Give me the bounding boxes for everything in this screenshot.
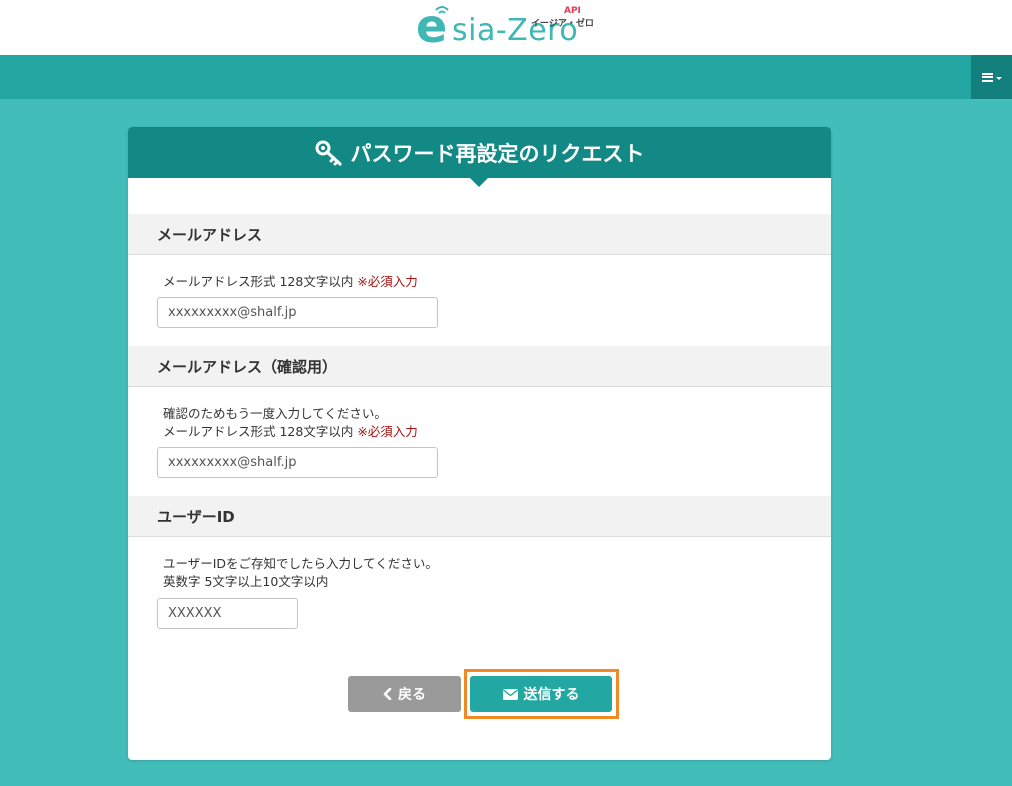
menu-toggle-button[interactable]: [971, 55, 1012, 99]
user-id-hint-line2: 英数字 5文字以上10文字以内: [163, 574, 329, 589]
email-confirm-hint-line2: メールアドレス形式 128文字以内: [163, 424, 354, 439]
page-title: パスワード再設定のリクエスト: [350, 141, 645, 166]
caret-down-icon: [995, 76, 1002, 80]
email-hint-text: メールアドレス形式 128文字以内: [163, 274, 354, 289]
header-notch: [470, 178, 488, 187]
password-reset-card: パスワード再設定のリクエスト メールアドレス メールアドレス形式 128文字以内…: [128, 127, 831, 760]
back-button-label: 戻る: [398, 687, 426, 703]
email-input[interactable]: [157, 297, 438, 328]
chevron-left-icon: [383, 688, 392, 700]
section-heading-email-confirm: メールアドレス（確認用）: [128, 346, 831, 387]
email-hint: メールアドレス形式 128文字以内 ※必須入力: [163, 273, 418, 291]
card-header: パスワード再設定のリクエスト: [128, 127, 831, 178]
user-id-hint: ユーザーIDをご存知でしたら入力してください。 英数字 5文字以上10文字以内: [163, 555, 438, 591]
email-confirm-hint: 確認のためもう一度入力してください。 メールアドレス形式 128文字以内 ※必須…: [163, 405, 418, 441]
submit-button[interactable]: 送信する: [470, 676, 612, 712]
hamburger-icon: [981, 72, 993, 82]
email-confirm-input[interactable]: [157, 447, 438, 478]
required-mark: ※必須入力: [357, 274, 418, 289]
wifi-icon: [435, 6, 449, 14]
nav-bar: [0, 55, 1012, 99]
section-heading-email: メールアドレス: [128, 214, 831, 255]
email-confirm-hint-line1: 確認のためもう一度入力してください。: [163, 406, 387, 421]
required-mark: ※必須入力: [357, 424, 418, 439]
user-id-input[interactable]: [157, 598, 298, 629]
key-icon: [315, 140, 342, 166]
submit-button-label: 送信する: [523, 687, 580, 703]
logo-kana: イージア・ゼロ: [531, 19, 594, 29]
section-heading-user-id: ユーザーID: [128, 496, 831, 537]
site-header: e sia-Zero API イージア・ゼロ: [0, 0, 1012, 55]
user-id-hint-line1: ユーザーIDをご存知でしたら入力してください。: [163, 556, 438, 571]
back-button[interactable]: 戻る: [348, 676, 461, 712]
envelope-icon: [502, 688, 518, 700]
esia-zero-logo[interactable]: e sia-Zero API イージア・ゼロ: [416, 0, 596, 55]
logo-api-badge: API: [564, 6, 581, 16]
